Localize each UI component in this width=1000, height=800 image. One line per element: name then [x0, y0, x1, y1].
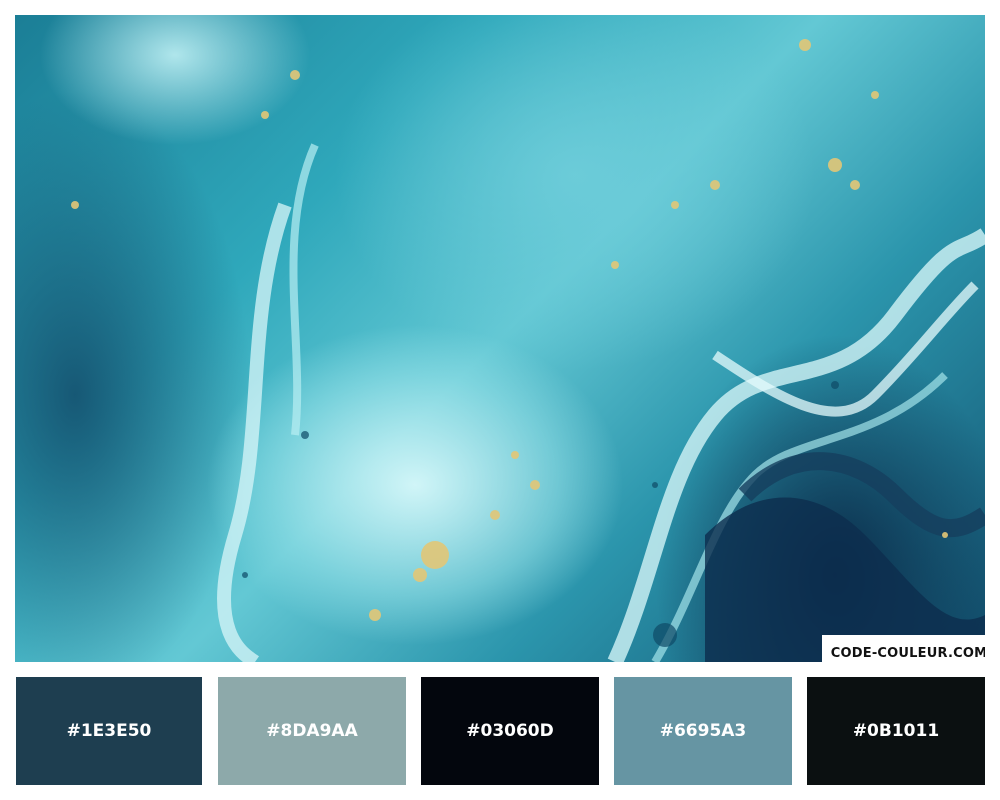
swatch-1: #1E3E50	[16, 677, 202, 785]
swatch-4-hex: #6695A3	[659, 721, 747, 741]
marble-texture-image: CODE-COULEUR.COM	[15, 15, 985, 662]
swatch-5-hex: #0B1011	[852, 721, 940, 741]
marble-swirl-art	[71, 39, 985, 662]
watermark-label: CODE-COULEUR.COM	[822, 635, 985, 662]
swatch-3-hex: #03060D	[466, 721, 554, 741]
swatch-3: #03060D	[421, 677, 599, 785]
swatch-1-hex: #1E3E50	[66, 721, 152, 741]
swatch-5: #0B1011	[807, 677, 985, 785]
swatch-2-hex: #8DA9AA	[266, 721, 358, 741]
swatch-2: #8DA9AA	[218, 677, 406, 785]
swatch-4: #6695A3	[614, 677, 792, 785]
